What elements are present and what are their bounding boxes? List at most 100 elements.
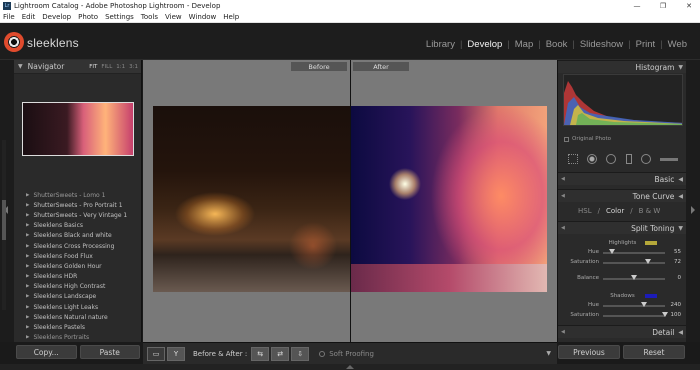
slider-knob[interactable] — [631, 275, 637, 280]
zoom-fit[interactable]: FIT — [89, 64, 97, 70]
expand-arrow-icon[interactable]: ▶ — [26, 315, 29, 320]
reset-button[interactable]: Reset — [623, 345, 685, 359]
original-photo-checkbox[interactable] — [564, 136, 569, 142]
menu-file[interactable]: File — [3, 13, 15, 21]
menu-develop[interactable]: Develop — [42, 13, 71, 21]
collapse-right-panel-icon[interactable] — [691, 206, 695, 214]
expand-arrow-icon[interactable]: ▶ — [26, 203, 29, 208]
menu-settings[interactable]: Settings — [105, 13, 134, 21]
paste-button[interactable]: Paste — [79, 345, 140, 359]
module-book[interactable]: Book — [541, 39, 573, 50]
slider-knob[interactable] — [644, 259, 651, 264]
expand-arrow-icon[interactable]: ▶ — [26, 193, 29, 198]
zoom-3-1[interactable]: 3:1 — [129, 64, 138, 70]
slider-knob[interactable] — [662, 312, 668, 317]
preset-item[interactable]: ▶ Sleeklens Golden Hour — [14, 261, 142, 271]
copy-after-to-before-icon[interactable]: ⇄ — [271, 346, 290, 361]
before-after-mode-icon[interactable]: Y — [167, 346, 185, 361]
slider-knob[interactable] — [641, 302, 648, 307]
hsl-tab[interactable]: HSL — [578, 207, 592, 215]
highlights-saturation-slider[interactable]: Saturation 72 — [558, 259, 687, 267]
module-slideshow[interactable]: Slideshow — [575, 39, 628, 50]
basic-header[interactable]: ◀ Basic ◀ — [558, 172, 687, 185]
expand-arrow-icon[interactable]: ▶ — [26, 325, 29, 330]
right-panel-edge[interactable] — [686, 60, 700, 342]
menu-photo[interactable]: Photo — [78, 13, 98, 21]
collapse-triangle-icon[interactable]: ▼ — [18, 63, 23, 70]
expand-filmstrip-icon[interactable] — [346, 365, 354, 369]
preset-item[interactable]: ▶ Sleeklens Landscape — [14, 292, 142, 302]
after-photo[interactable] — [351, 106, 547, 292]
module-library[interactable]: Library — [421, 39, 460, 50]
preset-item[interactable]: ▶ Sleeklens Basics — [14, 221, 142, 231]
balance-slider[interactable]: Balance 0 — [558, 275, 687, 283]
soft-proofing-checkbox[interactable] — [319, 350, 326, 357]
module-print[interactable]: Print — [631, 39, 661, 50]
expand-arrow-icon[interactable]: ▶ — [26, 223, 29, 228]
menu-view[interactable]: View — [165, 13, 182, 21]
shadow-color-swatch[interactable] — [645, 294, 657, 298]
preset-item[interactable]: ▶ Sleeklens Black and white — [14, 231, 142, 241]
detail-header[interactable]: ◀ Detail ◀ — [558, 325, 687, 338]
shadows-hue-slider[interactable]: Hue 240 — [558, 302, 687, 310]
preset-item[interactable]: ▶ ShutterSweets - Pro Portrait 1 — [14, 200, 142, 210]
expand-arrow-icon[interactable]: ▶ — [26, 305, 29, 310]
original-photo-toggle[interactable]: Original Photo — [564, 136, 611, 142]
module-map[interactable]: Map — [510, 39, 538, 50]
expand-arrow-icon[interactable]: ▶ — [26, 294, 29, 299]
preset-item[interactable]: ▶ Sleeklens Natural nature — [14, 312, 142, 322]
expand-arrow-icon[interactable]: ▶ — [26, 264, 29, 269]
preset-item[interactable]: ▶ Sleeklens Pastels — [14, 322, 142, 332]
soft-proofing-toggle[interactable]: Soft Proofing — [319, 350, 374, 358]
menu-edit[interactable]: Edit — [22, 13, 36, 21]
expand-triangle-icon[interactable]: ◀ — [678, 176, 683, 183]
module-web[interactable]: Web — [663, 39, 692, 50]
copy-before-to-after-icon[interactable]: ⇆ — [251, 346, 270, 361]
expand-triangle-icon[interactable]: ◀ — [678, 193, 683, 200]
toolbar-dropdown-icon[interactable]: ▼ — [546, 350, 551, 357]
collapse-triangle-icon[interactable]: ▼ — [678, 225, 683, 232]
highlights-hue-slider[interactable]: Hue 55 — [558, 249, 687, 257]
expand-arrow-icon[interactable]: ▶ — [26, 284, 29, 289]
color-tab[interactable]: Color — [606, 207, 624, 215]
expand-arrow-icon[interactable]: ▶ — [26, 213, 29, 218]
graduated-filter-icon[interactable] — [625, 154, 632, 164]
left-panel-scrollbar[interactable] — [2, 140, 6, 310]
collapse-triangle-icon[interactable]: ▼ — [678, 64, 683, 71]
copy-button[interactable]: Copy... — [16, 345, 77, 359]
expand-arrow-icon[interactable]: ▶ — [26, 274, 29, 279]
spot-removal-icon[interactable] — [586, 154, 597, 164]
menu-window[interactable]: Window — [189, 13, 217, 21]
zoom-1-1[interactable]: 1:1 — [116, 64, 125, 70]
preset-item[interactable]: ▶ Sleeklens Light Leaks — [14, 302, 142, 312]
preset-item[interactable]: ▶ ShutterSweets - Lomo 1 — [14, 190, 142, 200]
expand-arrow-icon[interactable]: ▶ — [26, 233, 29, 238]
preset-item[interactable]: ▶ Sleeklens Cross Processing — [14, 241, 142, 251]
maximize-icon[interactable]: ❐ — [652, 0, 674, 12]
shadows-saturation-slider[interactable]: Saturation 100 — [558, 312, 687, 320]
navigator-thumbnail[interactable] — [22, 102, 134, 156]
swap-settings-icon[interactable]: ⇩ — [291, 346, 310, 361]
expand-arrow-icon[interactable]: ▶ — [26, 254, 29, 259]
menu-help[interactable]: Help — [223, 13, 239, 21]
minimize-icon[interactable]: — — [626, 0, 648, 12]
zoom-fill[interactable]: FILL — [101, 64, 112, 70]
close-icon[interactable]: ✕ — [678, 0, 700, 12]
highlight-color-swatch[interactable] — [645, 241, 657, 245]
previous-button[interactable]: Previous — [558, 345, 620, 359]
preset-item[interactable]: ▶ Sleeklens Food Flux — [14, 251, 142, 261]
red-eye-icon[interactable] — [606, 154, 617, 164]
expand-triangle-icon[interactable]: ◀ — [678, 329, 683, 336]
before-photo[interactable] — [153, 106, 350, 292]
histogram-header[interactable]: Histogram ▼ — [558, 60, 687, 73]
tone-curve-header[interactable]: ◀ Tone Curve ◀ — [558, 189, 687, 202]
crop-tool-icon[interactable] — [567, 154, 578, 164]
expand-arrow-icon[interactable]: ▶ — [26, 244, 29, 249]
split-toning-header[interactable]: ◀ Split Toning ▼ — [558, 221, 687, 234]
preset-item[interactable]: ▶ Sleeklens High Contrast — [14, 282, 142, 292]
preset-item[interactable]: ▶ Sleeklens Portraits — [14, 333, 142, 342]
loupe-view-icon[interactable]: ▭ — [147, 346, 165, 361]
expand-arrow-icon[interactable]: ▶ — [26, 335, 29, 340]
slider-knob[interactable] — [609, 249, 616, 254]
adjustment-brush-icon[interactable] — [660, 157, 679, 161]
